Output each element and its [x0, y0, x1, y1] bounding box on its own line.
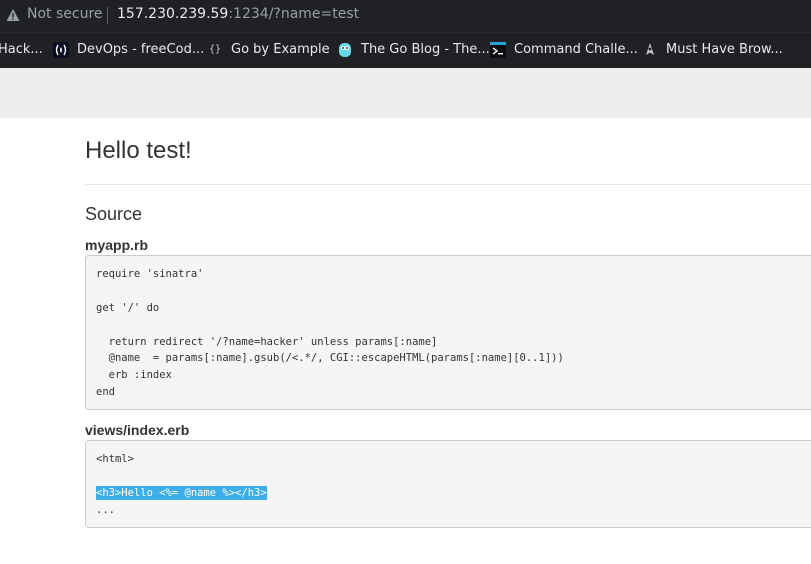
- rocket-icon: [646, 43, 654, 55]
- section-title: Source: [85, 204, 143, 224]
- bookmark-go-blog[interactable]: The Go Blog - The...: [337, 41, 490, 59]
- terminal-icon: [490, 42, 506, 58]
- bookmark-label: Command Challe...: [514, 42, 638, 57]
- code-block[interactable]: require 'sinatra' get '/' do return redi…: [85, 255, 811, 410]
- code-line: @name = params[:name].gsub(/<.*/, CGI::e…: [96, 352, 564, 364]
- address-bar[interactable]: Not secure 157.230.239.59:1234/?name=tes…: [0, 0, 811, 32]
- divider: [85, 184, 811, 185]
- code-line: ...: [96, 504, 115, 516]
- warning-icon[interactable]: [6, 8, 20, 22]
- bookmarks-bar: Hack... DevOps - freeCod... {} Go by Exa…: [0, 32, 811, 68]
- code-line: erb :index: [96, 369, 172, 381]
- code-line: return redirect '/?name=hacker' unless p…: [96, 336, 438, 348]
- code-line: get '/' do: [96, 302, 160, 314]
- bookmark-devops[interactable]: DevOps - freeCod...: [53, 41, 204, 59]
- page-title: Hello test!: [85, 137, 192, 164]
- url-text[interactable]: 157.230.239.59:1234/?name=test: [117, 6, 359, 22]
- bookmark-label: Hack...: [0, 42, 43, 57]
- file-name: views/index.erb: [85, 422, 190, 438]
- bookmark-label: Must Have Brow...: [666, 42, 783, 57]
- braces-icon: {}: [208, 44, 222, 55]
- bookmark-label: The Go Blog - The...: [361, 42, 490, 57]
- bookmark-label: DevOps - freeCod...: [77, 42, 205, 57]
- code-line: <html>: [96, 453, 134, 465]
- freecodecamp-icon: [53, 42, 69, 58]
- url-separator: [107, 7, 108, 24]
- bookmark-must-have[interactable]: Must Have Brow...: [642, 41, 783, 59]
- selected-code-line: <h3>Hello <%= @name %></h3>: [96, 486, 267, 500]
- code-line: end: [96, 386, 115, 398]
- url-host: 157.230.239.59: [117, 6, 229, 22]
- code-block[interactable]: <html> <h3>Hello <%= @name %></h3> ...: [85, 440, 811, 528]
- url-path: :1234/?name=test: [228, 6, 360, 22]
- code-line: require 'sinatra': [96, 268, 204, 280]
- security-status[interactable]: Not secure: [27, 6, 103, 22]
- gopher-icon: [339, 43, 351, 57]
- bookmark-command-challenge[interactable]: Command Challe...: [490, 41, 638, 59]
- bookmark-label: Go by Example: [231, 42, 330, 57]
- bookmark-go-by-example[interactable]: {} Go by Example: [207, 41, 330, 59]
- bookmark-hack[interactable]: Hack...: [0, 41, 43, 59]
- file-name: myapp.rb: [85, 237, 149, 253]
- top-navbar: [0, 68, 811, 118]
